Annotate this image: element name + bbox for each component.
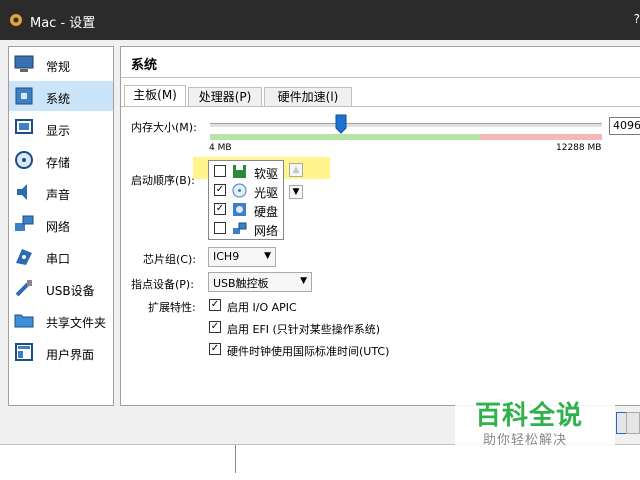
tab-motherboard[interactable]: 主板(M) bbox=[124, 85, 186, 107]
chipset-label: 芯片组(C): bbox=[143, 253, 196, 266]
memory-size-input[interactable]: 4096 bbox=[609, 117, 640, 135]
boot-optical-checkbox[interactable]: ✓ bbox=[214, 184, 226, 196]
boot-floppy-checkbox[interactable] bbox=[214, 165, 226, 177]
sidebar-item-label: 用户界面 bbox=[46, 348, 95, 362]
move-up-button[interactable]: ▲ bbox=[289, 163, 303, 177]
boot-item-floppy[interactable]: 软驱 bbox=[209, 162, 283, 181]
chevron-down-icon: ▼ bbox=[264, 251, 271, 261]
sidebar-item-shared-folders[interactable]: 共享文件夹 bbox=[9, 305, 113, 335]
pointing-device-value: USB触控板 bbox=[213, 277, 269, 290]
cd-icon bbox=[232, 183, 247, 198]
speaker-icon bbox=[17, 184, 27, 200]
memory-safe-range bbox=[210, 134, 480, 140]
chipset-select[interactable]: ICH9 ▼ bbox=[208, 247, 276, 267]
boot-item-label: 光驱 bbox=[254, 186, 279, 200]
utc-checkbox[interactable]: ✓ bbox=[209, 343, 221, 355]
watermark-subtitle: 助你轻松解决 bbox=[483, 433, 568, 448]
sidebar-item-label: 系统 bbox=[46, 92, 71, 106]
sidebar-item-system[interactable]: 系统 bbox=[9, 81, 113, 111]
sidebar-item-label: 常规 bbox=[46, 60, 71, 74]
gear-icon bbox=[10, 14, 22, 26]
monitor-icon bbox=[14, 55, 34, 72]
extended-features-label: 扩展特性: bbox=[148, 301, 196, 314]
floppy-icon bbox=[233, 165, 246, 178]
pointing-device-label: 指点设备(P): bbox=[131, 278, 194, 291]
boot-network-checkbox[interactable] bbox=[214, 222, 226, 234]
title-divider bbox=[121, 77, 640, 78]
move-down-button[interactable]: ▼ bbox=[289, 185, 303, 199]
boot-hdd-checkbox[interactable]: ✓ bbox=[214, 203, 226, 215]
sidebar-item-user-interface[interactable]: 用户界面 bbox=[9, 337, 113, 367]
sidebar-item-label: 共享文件夹 bbox=[46, 316, 107, 330]
sidebar-item-network[interactable]: 网络 bbox=[9, 209, 113, 239]
sidebar-item-usb[interactable]: USB设备 bbox=[9, 273, 113, 303]
memory-label: 内存大小(M): bbox=[131, 121, 197, 134]
chevron-down-icon: ▼ bbox=[300, 276, 307, 286]
chipset-value: ICH9 bbox=[213, 250, 240, 263]
folder-icon bbox=[14, 314, 34, 328]
memory-slider-thumb[interactable] bbox=[335, 114, 347, 134]
boot-item-label: 网络 bbox=[254, 224, 279, 238]
display-icon bbox=[15, 119, 33, 134]
boot-item-optical[interactable]: ✓ 光驱 bbox=[209, 181, 283, 200]
watermark-title: 百科全说 bbox=[475, 401, 584, 431]
sidebar-item-general[interactable]: 常规 bbox=[9, 49, 113, 79]
boot-order-label: 启动顺序(B): bbox=[131, 174, 195, 187]
sidebar-item-label: 声音 bbox=[46, 188, 71, 202]
watermark: 百科全说 助你轻松解决 bbox=[455, 393, 615, 448]
feature-label: 硬件时钟使用国际标准时间(UTC) bbox=[227, 345, 390, 358]
memory-slider-track[interactable] bbox=[210, 123, 602, 127]
disk-icon bbox=[15, 151, 33, 169]
sidebar-item-label: 网络 bbox=[46, 220, 71, 234]
cancel-button[interactable] bbox=[626, 412, 640, 434]
serial-icon bbox=[16, 249, 32, 265]
sidebar-item-label: USB设备 bbox=[46, 284, 95, 298]
boot-item-label: 硬盘 bbox=[254, 205, 279, 219]
help-button[interactable]: ? bbox=[634, 12, 640, 26]
network-icon bbox=[15, 215, 34, 231]
tab-processor[interactable]: 处理器(P) bbox=[188, 87, 262, 107]
status-area bbox=[0, 444, 640, 480]
hdd-icon bbox=[233, 203, 246, 216]
memory-min-label: 4 MB bbox=[209, 143, 232, 153]
sidebar-item-serial[interactable]: 串口 bbox=[9, 241, 113, 271]
sidebar-item-storage[interactable]: 存储 bbox=[9, 145, 113, 175]
memory-max-label: 12288 MB bbox=[556, 143, 602, 153]
memory-slider-range bbox=[210, 131, 602, 140]
chip-icon bbox=[15, 87, 33, 105]
ui-icon bbox=[15, 343, 33, 361]
boot-item-label: 软驱 bbox=[254, 167, 279, 181]
sidebar-item-label: 存储 bbox=[46, 156, 71, 170]
sidebar-item-audio[interactable]: 声音 bbox=[9, 177, 113, 207]
feature-label: 启用 I/O APIC bbox=[227, 301, 297, 314]
network-icon bbox=[233, 222, 247, 234]
feature-label: 启用 EFI (只针对某些操作系统) bbox=[227, 323, 381, 336]
efi-checkbox[interactable]: ✓ bbox=[209, 321, 221, 333]
usb-icon bbox=[15, 280, 32, 297]
tab-divider bbox=[121, 106, 640, 107]
page-title: 系统 bbox=[131, 58, 158, 73]
tab-acceleration[interactable]: 硬件加速(l) bbox=[264, 87, 352, 107]
pointing-device-select[interactable]: USB触控板 ▼ bbox=[208, 272, 312, 292]
window-title: Mac - 设置 bbox=[30, 16, 96, 31]
boot-item-network[interactable]: 网络 bbox=[209, 219, 283, 238]
sidebar-item-label: 显示 bbox=[46, 124, 71, 138]
title-bar: Mac - 设置 ? bbox=[0, 0, 640, 40]
settings-sidebar: 常规 系统 显示 存储 声音 网络 串口 USB设备 共享文件夹 用户界面 bbox=[8, 46, 114, 406]
status-divider bbox=[235, 445, 236, 473]
boot-order-list: 软驱 ✓ 光驱 ✓ 硬盘 网络 bbox=[208, 160, 284, 240]
boot-item-hdd[interactable]: ✓ 硬盘 bbox=[209, 200, 283, 219]
memory-unsafe-range bbox=[480, 134, 602, 140]
io-apic-checkbox[interactable]: ✓ bbox=[209, 299, 221, 311]
sidebar-item-label: 串口 bbox=[46, 252, 71, 266]
sidebar-item-display[interactable]: 显示 bbox=[9, 113, 113, 143]
